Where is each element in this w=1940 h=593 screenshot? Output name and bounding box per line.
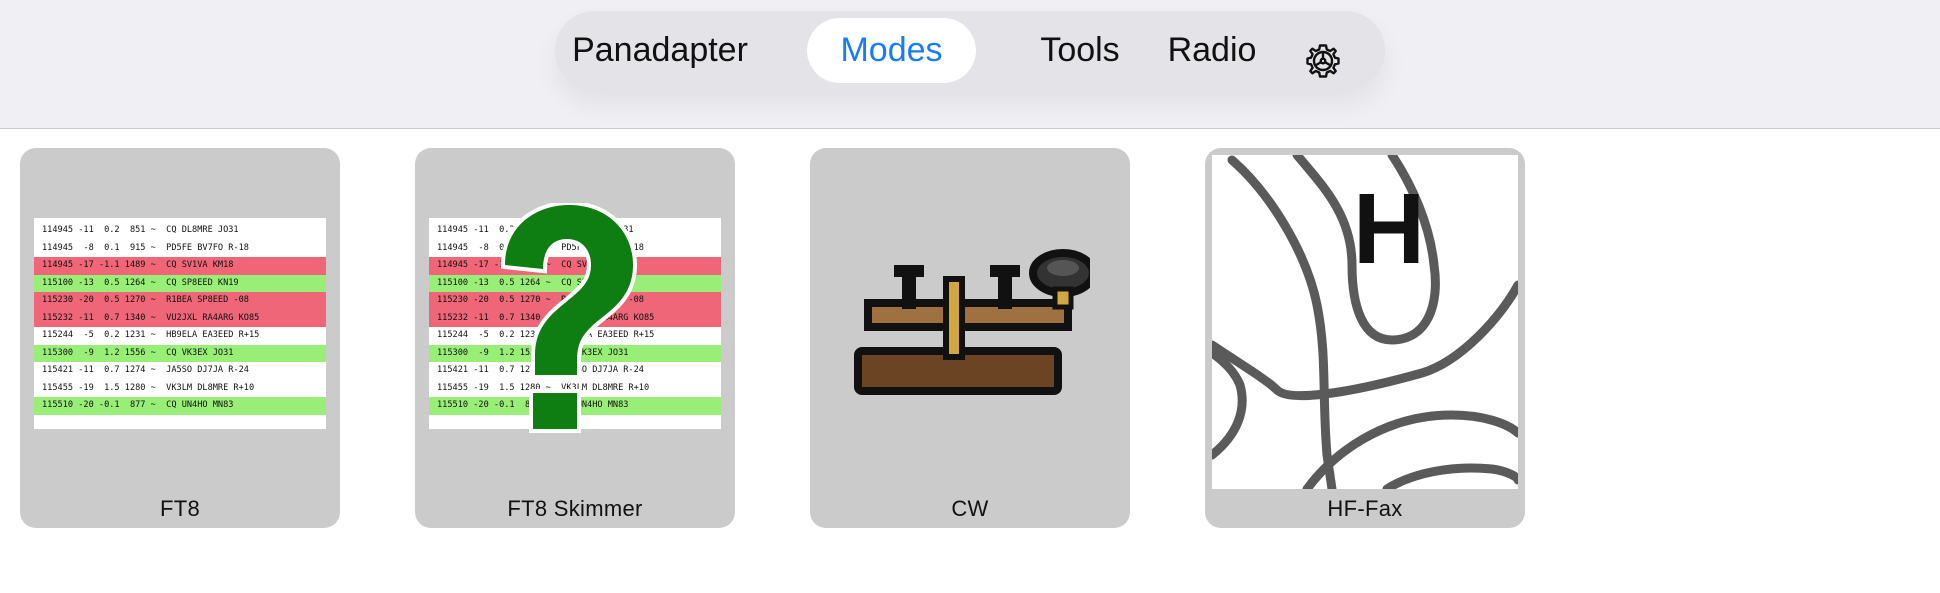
mode-card-hf-fax[interactable]: H HF-Fax: [1205, 148, 1525, 528]
log-row: 115232 -11 0.7 1340 ~ VU2JXL RA4ARG KO85: [34, 309, 326, 327]
log-row: 115100 -13 0.5 1264 ~ CQ SP8EED KN19: [34, 274, 326, 292]
log-row: 114945 -11 0.2 851 ~ CQ DL8MRE JO31: [42, 225, 239, 235]
settings-button[interactable]: [1303, 39, 1343, 83]
ft8-log-thumbnail: 114945 -11 0.2 851 ~ CQ DL8MRE JO31 11494…: [34, 218, 326, 429]
top-bar: Panadapter Modes Tools Radio: [0, 0, 1940, 129]
tab-tools[interactable]: Tools: [995, 18, 1165, 83]
mode-card-cw[interactable]: CW: [810, 148, 1130, 528]
log-row: 114945 -17 -1.1 1489 ~ CQ SV1VA KM18: [34, 257, 326, 275]
log-row: 115300 -9 1.2 1556 ~ CQ VK3EX JO31: [34, 344, 326, 362]
log-row: 114945 -8 0.1 915 ~ PD5FE BV7FO R-18: [42, 242, 249, 253]
main-tab-bar: Panadapter Modes Tools Radio: [555, 11, 1385, 90]
tab-modes[interactable]: Modes: [807, 18, 976, 83]
log-row: 115421 -11 0.7 1274 ~ JA5SO DJ7JA R-24: [42, 365, 249, 375]
tab-radio[interactable]: Radio: [1147, 18, 1277, 83]
tab-panadapter[interactable]: Panadapter: [565, 18, 755, 83]
mode-label: FT8 Skimmer: [507, 496, 643, 521]
log-row: 115230 -20 0.5 1270 ~ R1BEA SP8EED -08: [34, 292, 326, 310]
mode-label: FT8: [159, 496, 200, 521]
weather-map-thumbnail: H: [1212, 155, 1518, 489]
question-mark-icon: [500, 203, 637, 433]
mode-card-ft8-skimmer[interactable]: 114945 -11 0.2 851 ~ CQ DL8MRE JO3111494…: [415, 148, 735, 528]
mode-card-ft8[interactable]: 114945 -11 0.2 851 ~ CQ DL8MRE JO31 11494…: [20, 148, 340, 528]
high-pressure-label: H: [1353, 173, 1425, 285]
mode-label: CW: [951, 496, 989, 521]
mode-label: HF-Fax: [1327, 496, 1403, 521]
log-row: 115244 -5 0.2 1231 ~ HB9ELA EA3EED R+15: [42, 330, 260, 340]
telegraph-key-icon: [854, 249, 1090, 395]
log-row: 115455 -19 1.5 1280 ~ VK3LM DL8MRE R+10: [42, 382, 255, 393]
log-row: 115510 -20 -0.1 877 ~ CQ UN4HO MN83: [34, 397, 326, 415]
gear-icon: [1306, 44, 1340, 78]
